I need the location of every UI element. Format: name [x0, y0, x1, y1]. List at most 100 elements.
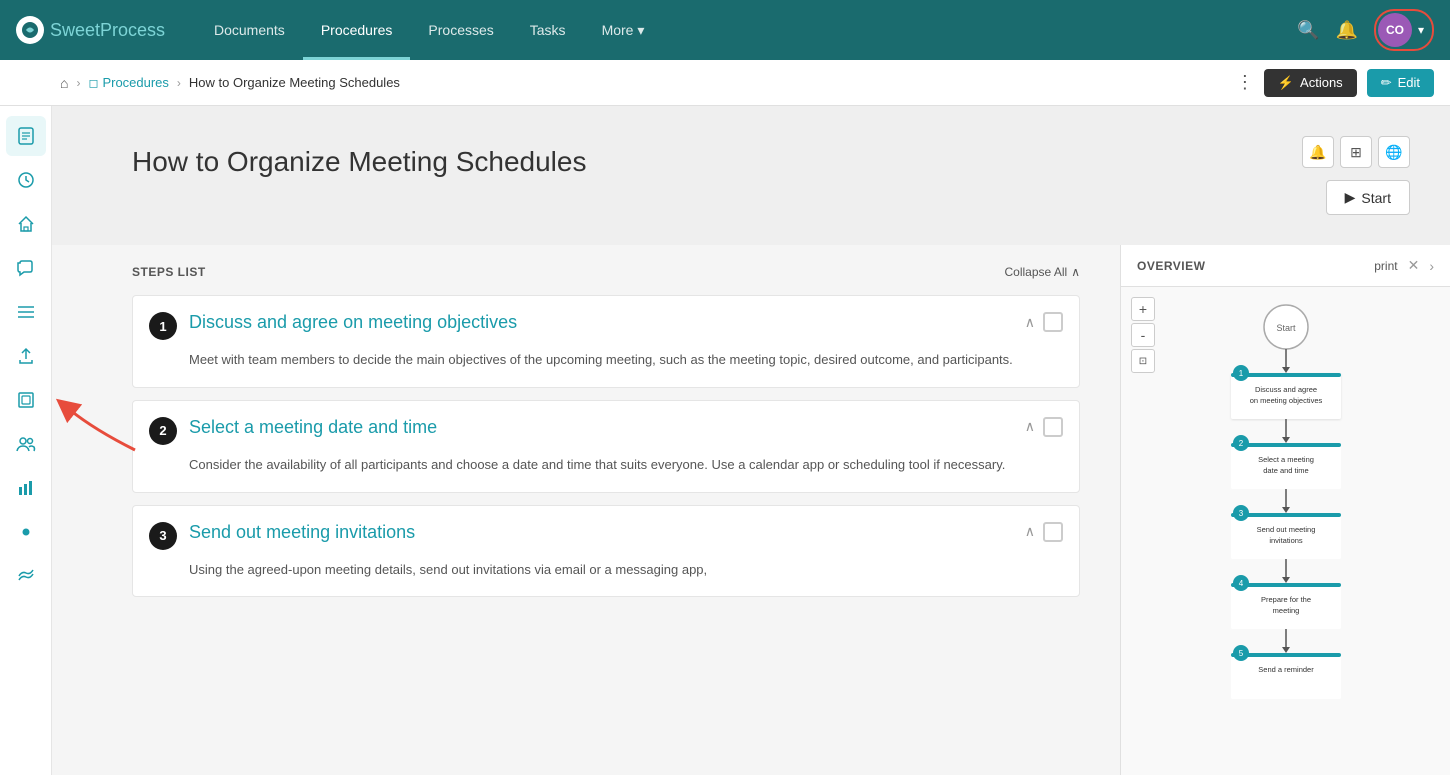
- step-chevron-2[interactable]: ∧: [1025, 418, 1035, 435]
- sidebar-item-settings[interactable]: [6, 512, 46, 552]
- svg-text:Start: Start: [1276, 323, 1296, 333]
- sidebar-item-chat[interactable]: [6, 248, 46, 288]
- breadcrumb-actions: ⋮ ⚡ Actions ✏ Edit: [1236, 69, 1434, 97]
- nav-more[interactable]: More ▾: [584, 0, 663, 60]
- svg-text:Select a meeting: Select a meeting: [1258, 455, 1314, 464]
- steps-panel: STEPS LIST Collapse All ∧ 1 Discuss and …: [52, 245, 1120, 775]
- nav-tasks[interactable]: Tasks: [512, 0, 584, 60]
- close-overview-icon[interactable]: ✕: [1408, 257, 1420, 274]
- step-checkbox-1[interactable]: [1043, 312, 1063, 332]
- sidebar-item-list[interactable]: [6, 292, 46, 332]
- breadcrumb: ⌂ › ◻ Procedures › How to Organize Meeti…: [60, 75, 400, 91]
- sidebar-item-document[interactable]: [6, 116, 46, 156]
- actions-button[interactable]: ⚡ Actions: [1264, 69, 1357, 97]
- expand-overview-icon[interactable]: ›: [1429, 258, 1434, 274]
- overview-title: OVERVIEW: [1137, 259, 1205, 273]
- breadcrumb-sep-2: ›: [177, 76, 181, 90]
- user-menu[interactable]: CO ▾: [1374, 9, 1434, 51]
- svg-text:invitations: invitations: [1269, 536, 1303, 545]
- svg-text:5: 5: [1238, 649, 1243, 658]
- sidebar: [0, 106, 52, 775]
- svg-text:date and time: date and time: [1263, 466, 1308, 475]
- step-body-2: Consider the availability of all partici…: [133, 455, 1063, 476]
- svg-text:3: 3: [1238, 509, 1243, 518]
- sidebar-item-home[interactable]: [6, 204, 46, 244]
- edit-button[interactable]: ✏ Edit: [1367, 69, 1434, 97]
- chevron-down-icon: ▾: [1418, 23, 1424, 37]
- procedure-title: How to Organize Meeting Schedules: [132, 146, 586, 178]
- collapse-all-button[interactable]: Collapse All ∧: [1005, 265, 1081, 279]
- notification-icon[interactable]: 🔔: [1336, 20, 1358, 41]
- steps-list-title: STEPS LIST: [132, 265, 206, 279]
- overview-content: + - ⊡ Start 1 Discuss: [1121, 287, 1450, 775]
- step-item-1: 1 Discuss and agree on meeting objective…: [132, 295, 1080, 388]
- step-header-2: 2 Select a meeting date and time ∧: [133, 417, 1063, 445]
- procedure-header: How to Organize Meeting Schedules 🔔 ⊞ 🌐 …: [52, 106, 1450, 245]
- nav-right: 🔍 🔔 CO ▾: [1297, 9, 1434, 51]
- step-controls-2: ∧: [1025, 417, 1063, 437]
- edit-icon: ✏: [1381, 75, 1392, 91]
- home-breadcrumb[interactable]: ⌂: [60, 75, 68, 91]
- step-header-1: 1 Discuss and agree on meeting objective…: [133, 312, 1063, 340]
- columns-icon[interactable]: ⊞: [1340, 136, 1372, 168]
- procedures-breadcrumb[interactable]: ◻ Procedures: [88, 75, 168, 90]
- step-title-2[interactable]: Select a meeting date and time: [189, 417, 1013, 438]
- zoom-controls: + - ⊡: [1131, 297, 1155, 373]
- content-area: STEPS LIST Collapse All ∧ 1 Discuss and …: [52, 245, 1450, 775]
- step-number-3: 3: [149, 522, 177, 550]
- nav-items: Documents Procedures Processes Tasks Mor…: [196, 0, 1297, 60]
- sidebar-item-templates[interactable]: [6, 380, 46, 420]
- svg-text:2: 2: [1238, 439, 1243, 448]
- sidebar-item-integrations[interactable]: [6, 556, 46, 596]
- lightning-icon: ⚡: [1278, 75, 1294, 91]
- step-number-2: 2: [149, 417, 177, 445]
- zoom-fit-button[interactable]: ⊡: [1131, 349, 1155, 373]
- step-chevron-3[interactable]: ∧: [1025, 523, 1035, 540]
- step-chevron-1[interactable]: ∧: [1025, 314, 1035, 331]
- notification-settings-icon[interactable]: 🔔: [1302, 136, 1334, 168]
- logo-icon: [16, 16, 44, 44]
- svg-text:Discuss and agree: Discuss and agree: [1254, 385, 1316, 394]
- nav-documents[interactable]: Documents: [196, 0, 303, 60]
- search-icon[interactable]: 🔍: [1297, 20, 1319, 41]
- steps-header: STEPS LIST Collapse All ∧: [132, 265, 1080, 279]
- step-checkbox-3[interactable]: [1043, 522, 1063, 542]
- step-item-2: 2 Select a meeting date and time ∧ Consi…: [132, 400, 1080, 493]
- step-body-1: Meet with team members to decide the mai…: [133, 350, 1063, 371]
- sidebar-item-reports[interactable]: [6, 468, 46, 508]
- procedures-icon: ◻: [88, 76, 98, 90]
- avatar: CO: [1378, 13, 1412, 47]
- more-options-icon[interactable]: ⋮: [1236, 72, 1254, 93]
- sidebar-item-history[interactable]: [6, 160, 46, 200]
- logo-text: SweetProcess: [50, 20, 165, 41]
- svg-text:Send out meeting: Send out meeting: [1256, 525, 1315, 534]
- svg-text:meeting: meeting: [1272, 606, 1299, 615]
- overview-controls: print ✕ ›: [1374, 257, 1434, 274]
- step-controls-3: ∧: [1025, 522, 1063, 542]
- step-body-3: Using the agreed-upon meeting details, s…: [133, 560, 1063, 581]
- sidebar-item-team[interactable]: [6, 424, 46, 464]
- step-controls-1: ∧: [1025, 312, 1063, 332]
- print-button[interactable]: print: [1374, 259, 1397, 273]
- top-navigation: SweetProcess Documents Procedures Proces…: [0, 0, 1450, 60]
- step-checkbox-2[interactable]: [1043, 417, 1063, 437]
- nav-procedures[interactable]: Procedures: [303, 0, 411, 60]
- overview-panel: OVERVIEW print ✕ › + - ⊡ Start: [1120, 245, 1450, 775]
- current-page-breadcrumb: How to Organize Meeting Schedules: [189, 75, 400, 90]
- logo[interactable]: SweetProcess: [16, 16, 166, 44]
- globe-icon[interactable]: 🌐: [1378, 136, 1410, 168]
- sidebar-item-upload[interactable]: [6, 336, 46, 376]
- step-title-3[interactable]: Send out meeting invitations: [189, 522, 1013, 543]
- svg-text:1: 1: [1238, 369, 1243, 378]
- svg-text:Prepare for the: Prepare for the: [1260, 595, 1310, 604]
- step-title-1[interactable]: Discuss and agree on meeting objectives: [189, 312, 1013, 333]
- header-icons: 🔔 ⊞ 🌐: [1302, 136, 1410, 168]
- breadcrumb-sep-1: ›: [76, 76, 80, 90]
- overview-header: OVERVIEW print ✕ ›: [1121, 245, 1450, 287]
- nav-processes[interactable]: Processes: [410, 0, 511, 60]
- zoom-in-button[interactable]: +: [1131, 297, 1155, 321]
- step-item-3: 3 Send out meeting invitations ∧ Using t…: [132, 505, 1080, 598]
- start-button[interactable]: ▶ Start: [1326, 180, 1410, 215]
- svg-text:on meeting objectives: on meeting objectives: [1249, 396, 1322, 405]
- zoom-out-button[interactable]: -: [1131, 323, 1155, 347]
